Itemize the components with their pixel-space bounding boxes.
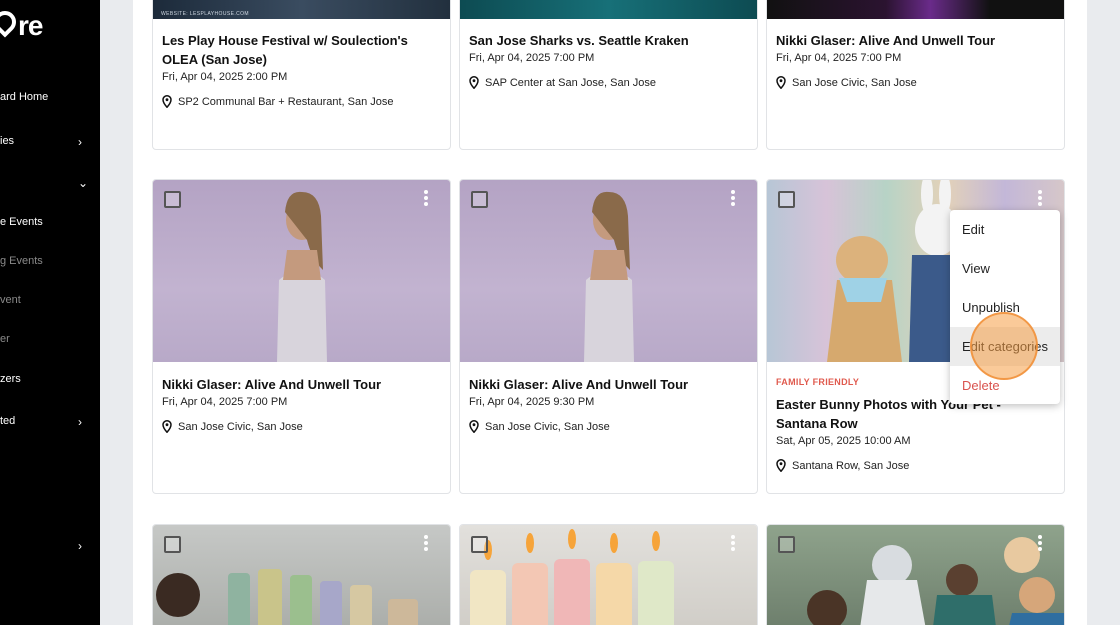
chevron-right-icon[interactable]: › [78,415,82,429]
event-image [153,180,450,362]
select-checkbox[interactable] [471,191,488,208]
select-checkbox[interactable] [778,191,795,208]
click-indicator [970,312,1038,380]
sidebar: re ard Home ies › ⌄ e Events g Events ve… [0,0,100,625]
location-pin-icon [162,95,172,108]
event-title[interactable]: San Jose Sharks vs. Seattle Kraken [469,31,748,50]
more-options-icon[interactable] [1038,535,1042,553]
performer-photo [276,191,327,362]
chevron-right-icon[interactable]: › [78,539,82,553]
event-image: WEBSITE: LESPLAYHOUSE.COM [153,0,450,19]
event-date: Sat, Apr 05, 2025 10:00 AM [776,435,911,447]
event-image [460,0,757,19]
sidebar-item-add-event[interactable]: vent [0,294,21,306]
event-card[interactable]: Nikki Glaser: Alive And Unwell Tour Fri,… [152,179,451,494]
more-options-icon[interactable] [424,535,428,553]
event-date: Fri, Apr 04, 2025 9:30 PM [469,396,595,408]
select-checkbox[interactable] [471,536,488,553]
select-checkbox[interactable] [164,191,181,208]
event-date: Fri, Apr 04, 2025 7:00 PM [776,52,902,64]
more-options-icon[interactable] [731,535,735,553]
location-pin-icon [776,76,786,89]
page-gutter [1087,0,1120,625]
more-options-icon[interactable] [731,190,735,208]
sidebar-item-organizers[interactable]: zers [0,373,21,385]
event-date: Fri, Apr 04, 2025 7:00 PM [469,52,595,64]
sidebar-item-events[interactable]: e Events [0,216,43,228]
chevron-right-icon[interactable]: › [78,135,82,149]
event-location: Santana Row, San Jose [776,459,1055,472]
sidebar-item-dashboard-home[interactable]: ard Home [0,91,48,103]
event-card[interactable]: Nikki Glaser: Alive And Unwell Tour Fri,… [766,0,1065,150]
event-card[interactable]: WEBSITE: LESPLAYHOUSE.COM Les Play House… [152,0,451,150]
event-location: SAP Center at San Jose, San Jose [469,76,748,89]
location-pin-icon [469,76,479,89]
event-title[interactable]: Nikki Glaser: Alive And Unwell Tour [162,375,441,394]
event-card[interactable] [766,524,1065,625]
event-image [767,525,1064,625]
location-pin-icon [469,420,479,433]
event-date: Fri, Apr 04, 2025 2:00 PM [162,71,288,83]
image-caption: WEBSITE: LESPLAYHOUSE.COM [161,11,249,17]
event-grid: WEBSITE: LESPLAYHOUSE.COM Les Play House… [133,0,1087,625]
kids-garden-photo [807,537,1064,625]
event-card[interactable] [459,524,758,625]
select-checkbox[interactable] [164,536,181,553]
sidebar-item-curated[interactable]: ted [0,415,15,427]
event-location: San Jose Civic, San Jose [162,420,441,433]
event-image [460,180,757,362]
menu-item-view[interactable]: View [950,249,1060,288]
candles-photo [470,529,674,625]
menu-item-edit[interactable]: Edit [950,210,1060,249]
event-title[interactable]: Nikki Glaser: Alive And Unwell Tour [776,31,1055,50]
event-title[interactable]: Les Play House Festival w/ Soulection's … [162,31,441,69]
event-location: San Jose Civic, San Jose [776,76,1055,89]
location-pin-icon [776,459,786,472]
sidebar-item-filter[interactable]: er [0,333,10,345]
location-pin-icon [162,420,172,433]
event-image [460,525,757,625]
event-location: San Jose Civic, San Jose [469,420,748,433]
candle-jars-photo [156,569,418,625]
event-title[interactable]: Nikki Glaser: Alive And Unwell Tour [469,375,748,394]
event-card[interactable]: Nikki Glaser: Alive And Unwell Tour Fri,… [459,179,758,494]
event-date: Fri, Apr 04, 2025 7:00 PM [162,396,288,408]
chevron-down-icon[interactable]: ⌄ [78,176,88,190]
sidebar-item-pending-events[interactable]: g Events [0,255,43,267]
event-image [767,0,1064,19]
app-logo[interactable]: re [0,6,43,42]
event-card[interactable]: San Jose Sharks vs. Seattle Kraken Fri, … [459,0,758,150]
select-checkbox[interactable] [778,536,795,553]
more-options-icon[interactable] [1038,190,1042,208]
sidebar-item-categories[interactable]: ies [0,135,14,147]
event-image [153,525,450,625]
event-card[interactable] [152,524,451,625]
more-options-icon[interactable] [424,190,428,208]
performer-photo [583,191,634,362]
event-location: SP2 Communal Bar + Restaurant, San Jose [162,95,441,108]
page-gutter [100,0,133,625]
